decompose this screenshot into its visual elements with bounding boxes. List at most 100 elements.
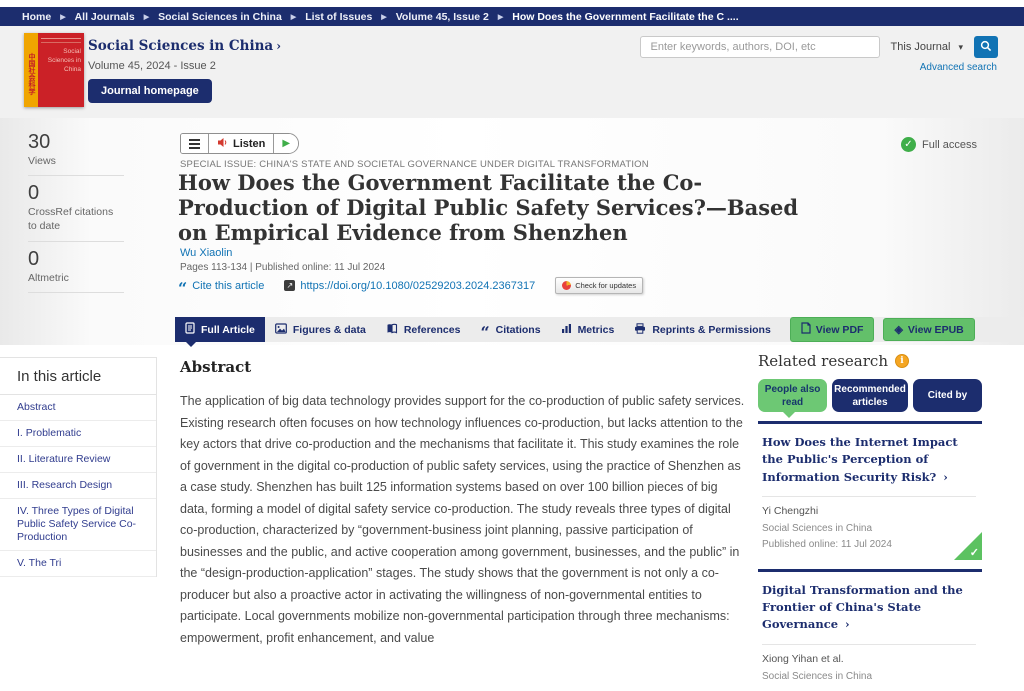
- toc-item-research-design[interactable]: III. Research Design: [0, 473, 156, 499]
- full-access-label: Full access: [922, 139, 977, 151]
- tab-people-also-read[interactable]: People also read: [758, 379, 827, 412]
- toc-item-three-types[interactable]: IV. Three Types of Digital Public Safety…: [0, 499, 156, 551]
- chevron-right-icon: ›: [845, 617, 850, 631]
- special-issue-label: SPECIAL ISSUE: CHINA'S STATE AND SOCIETA…: [180, 159, 649, 170]
- related-article-title: Digital Transformation and the Frontier …: [762, 583, 963, 632]
- breadcrumb-arrow-icon: ▶: [498, 13, 503, 21]
- toc-item-abstract[interactable]: Abstract: [0, 395, 156, 421]
- related-article-journal: Social Sciences in China: [762, 669, 976, 686]
- related-article-item: Digital Transformation and the Frontier …: [758, 572, 982, 691]
- breadcrumb-issue[interactable]: Volume 45, Issue 2: [396, 11, 489, 23]
- check-for-updates-label: Check for updates: [575, 281, 636, 290]
- search-bar: This Journal ▾: [640, 36, 998, 58]
- citation-row: “ Cite this article ↗ https://doi.org/10…: [178, 277, 643, 294]
- cite-article-link[interactable]: “ Cite this article: [178, 280, 264, 292]
- article-title: How Does the Government Facilitate the C…: [178, 170, 808, 245]
- related-research-header: Related research i: [758, 352, 982, 370]
- crossref-label: CrossRef citations to date: [28, 205, 124, 233]
- toc-item-five[interactable]: V. The Tri: [0, 551, 156, 577]
- breadcrumb-arrow-icon: ▶: [291, 13, 296, 21]
- toc-item-problematic[interactable]: I. Problematic: [0, 421, 156, 447]
- divider: [28, 292, 124, 293]
- tab-recommended-articles[interactable]: Recommended articles: [832, 379, 908, 412]
- related-article-link[interactable]: Digital Transformation and the Frontier …: [762, 582, 976, 634]
- view-pdf-label: View PDF: [816, 324, 864, 336]
- speaker-icon: [217, 136, 228, 151]
- tab-full-article[interactable]: Full Article: [175, 317, 265, 342]
- tab-figures-data[interactable]: Figures & data: [265, 317, 376, 342]
- article-tabbar: Full Article Figures & data References “…: [175, 317, 1024, 342]
- breadcrumb-list-of-issues[interactable]: List of Issues: [305, 11, 372, 23]
- related-article-author: Xiong Yihan et al.: [762, 653, 976, 665]
- listen-label: Listen: [233, 138, 265, 150]
- journal-issue: Volume 45, 2024 - Issue 2: [88, 60, 281, 72]
- tab-references[interactable]: References: [376, 317, 471, 342]
- view-epub-button[interactable]: ◈ View EPUB: [883, 318, 974, 341]
- tab-citations[interactable]: “ Citations: [470, 317, 550, 342]
- printer-icon: [634, 323, 646, 337]
- tab-label: Citations: [496, 324, 541, 336]
- view-pdf-button[interactable]: View PDF: [790, 317, 875, 342]
- tab-label: Metrics: [578, 324, 615, 336]
- tab-label: Full Article: [201, 324, 255, 336]
- journal-title-text: Social Sciences in China: [88, 38, 273, 54]
- quote-icon: “: [480, 329, 489, 337]
- toc-item-literature-review[interactable]: II. Literature Review: [0, 447, 156, 473]
- divider: [28, 175, 124, 176]
- quote-icon: “: [178, 285, 187, 293]
- chevron-right-icon: ›: [276, 39, 281, 53]
- journal-cover-image[interactable]: 中国社会科学 Social Sciences in China: [24, 33, 84, 107]
- publication-info: Pages 113-134 | Published online: 11 Jul…: [180, 262, 385, 273]
- related-article-journal: Social Sciences in China: [762, 521, 976, 538]
- abstract-text: The application of big data technology p…: [180, 391, 746, 649]
- document-icon: [185, 322, 195, 337]
- tab-metrics[interactable]: Metrics: [551, 317, 625, 342]
- journal-title-link[interactable]: Social Sciences in China›: [88, 38, 281, 54]
- doi-text: https://doi.org/10.1080/02529203.2024.23…: [300, 280, 535, 292]
- image-icon: [275, 323, 287, 337]
- altmetric-label: Altmetric: [28, 271, 124, 285]
- full-access-badge: ✓ Full access: [901, 137, 977, 152]
- related-article-link[interactable]: How Does the Internet Impact the Public'…: [762, 434, 976, 486]
- play-icon: ▶: [282, 138, 290, 149]
- search-scope-value: This Journal: [891, 41, 951, 53]
- breadcrumb-journal[interactable]: Social Sciences in China: [158, 11, 282, 23]
- listen-play-button[interactable]: ▶: [273, 134, 298, 153]
- external-link-icon: ↗: [284, 280, 295, 291]
- altmetric-count: 0: [28, 248, 124, 270]
- tab-reprints-permissions[interactable]: Reprints & Permissions: [624, 317, 780, 342]
- cite-article-label: Cite this article: [192, 280, 264, 292]
- related-article-author: Yi Chengzhi: [762, 505, 976, 517]
- tab-label: Reprints & Permissions: [652, 324, 770, 336]
- info-icon[interactable]: i: [895, 354, 909, 368]
- epub-icon: ◈: [894, 323, 902, 336]
- tab-label: References: [404, 324, 461, 336]
- divider: [28, 241, 124, 242]
- check-for-updates-button[interactable]: Check for updates: [555, 277, 643, 294]
- search-icon: [980, 40, 992, 55]
- search-button[interactable]: [974, 36, 998, 58]
- listen-menu-button[interactable]: [181, 134, 208, 153]
- book-icon: [386, 323, 398, 337]
- tab-cited-by[interactable]: Cited by: [913, 379, 982, 412]
- search-scope-select[interactable]: This Journal ▾: [887, 36, 967, 58]
- advanced-search-link[interactable]: Advanced search: [920, 62, 997, 73]
- search-input[interactable]: [640, 36, 880, 58]
- related-research-title: Related research: [758, 352, 888, 370]
- author-link[interactable]: Wu Xiaolin: [180, 247, 232, 259]
- related-research-panel: Related research i People also read Reco…: [758, 352, 982, 691]
- listen-button[interactable]: Listen: [208, 134, 273, 153]
- cover-title-text: Social Sciences in China: [38, 33, 84, 107]
- journal-info: Social Sciences in China› Volume 45, 202…: [88, 37, 281, 72]
- breadcrumb-all-journals[interactable]: All Journals: [75, 11, 135, 23]
- breadcrumb-home[interactable]: Home: [22, 11, 51, 23]
- related-article-item: How Does the Internet Impact the Public'…: [758, 424, 982, 560]
- journal-homepage-button[interactable]: Journal homepage: [88, 79, 212, 103]
- toc-title: In this article: [0, 358, 156, 395]
- hamburger-icon: [189, 139, 200, 149]
- doi-link[interactable]: ↗ https://doi.org/10.1080/02529203.2024.…: [284, 280, 535, 292]
- views-count: 30: [28, 131, 124, 153]
- check-circle-icon: ✓: [901, 137, 916, 152]
- divider: [762, 644, 976, 645]
- crossmark-icon: [562, 281, 571, 290]
